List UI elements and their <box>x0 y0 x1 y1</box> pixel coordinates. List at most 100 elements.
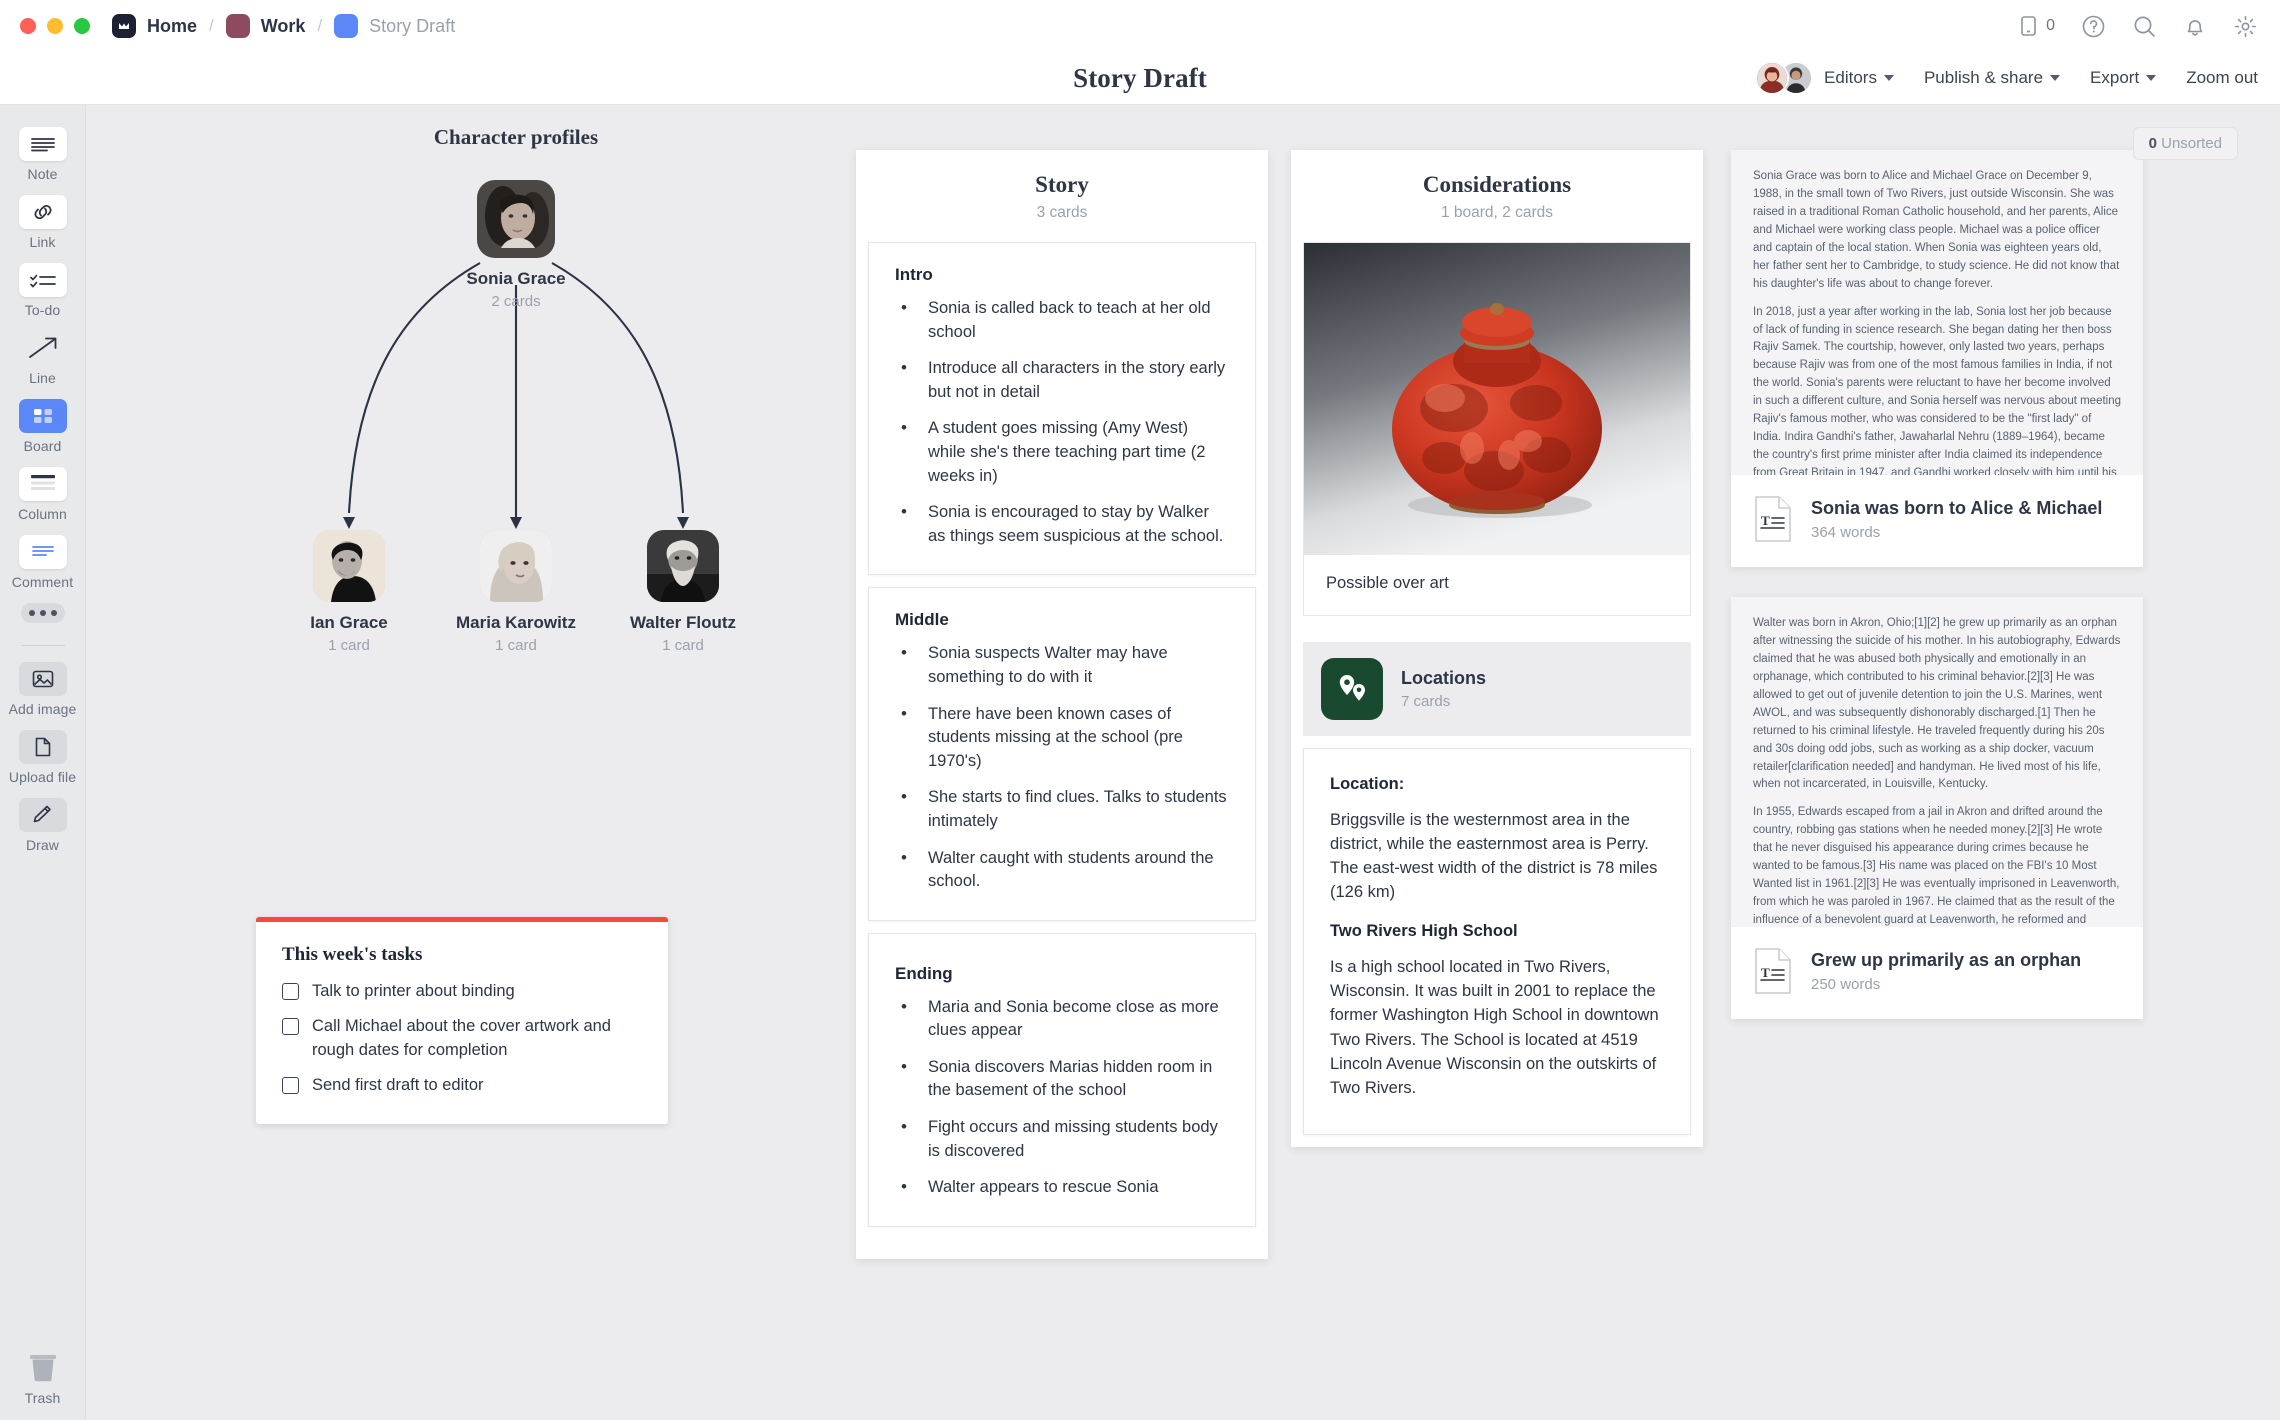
notifications-bell-icon[interactable] <box>2183 14 2207 39</box>
column-title: Considerations <box>1422 172 1572 197</box>
column-header: Considerations 1 board, 2 cards <box>1291 150 1703 242</box>
search-icon[interactable] <box>2132 14 2157 39</box>
character-name: Sonia Grace <box>466 269 566 288</box>
tool-label-upload-file: Upload file <box>8 769 77 785</box>
document-word-count: 364 words <box>1811 523 1881 541</box>
export-button[interactable]: Export <box>2090 68 2157 88</box>
location-paragraph: Briggsville is the westernmost area in t… <box>1330 811 1658 902</box>
tool-draw[interactable]: Draw <box>0 798 85 853</box>
note-heading: Intro <box>895 265 933 284</box>
editors-button[interactable]: Editors <box>1755 61 1894 95</box>
list-item: Introduce all characters in the story ea… <box>895 356 1229 404</box>
help-icon[interactable] <box>2081 14 2106 39</box>
chevron-down-icon <box>1883 75 1894 81</box>
image-icon <box>18 662 67 696</box>
tool-link[interactable]: Link <box>0 195 85 250</box>
excerpt-paragraph: Sonia Grace was born to Alice and Michae… <box>1753 170 2120 290</box>
tool-todo[interactable]: To-do <box>0 263 85 318</box>
checkbox[interactable] <box>282 1077 299 1095</box>
export-label: Export <box>2090 68 2140 87</box>
gear-icon[interactable] <box>2233 14 2258 39</box>
unsorted-badge[interactable]: 0 Unsorted <box>2132 127 2238 160</box>
tool-add-image[interactable]: Add image <box>0 662 85 717</box>
note-card-middle[interactable]: Middle Sonia suspects Walter may have so… <box>868 587 1256 921</box>
tool-more[interactable] <box>0 603 85 623</box>
character-name: Ian Grace <box>310 613 388 632</box>
note-card-intro[interactable]: Intro Sonia is called back to teach at h… <box>868 242 1256 576</box>
note-icon <box>18 127 67 161</box>
list-item: Sonia is encouraged to stay by Walker as… <box>895 500 1229 548</box>
tool-label-note: Note <box>27 166 58 182</box>
todo-icon <box>18 263 67 297</box>
list-item: Walter caught with students around the s… <box>895 845 1229 894</box>
column-title: Story <box>1035 172 1089 197</box>
document-card-walter[interactable]: Walter was born in Akron, Ohio;[1][2] he… <box>1731 597 2143 1019</box>
document-word-count: 250 words <box>1811 975 1881 993</box>
list-item: A student goes missing (Amy West) while … <box>895 416 1229 488</box>
maximize-window-button[interactable] <box>74 18 90 34</box>
tool-note[interactable]: Note <box>0 127 85 182</box>
tool-line[interactable]: Line <box>0 331 85 386</box>
board-link-locations[interactable]: Locations 7 cards <box>1303 642 1691 736</box>
breadcrumb-item-home[interactable]: Home <box>112 14 197 38</box>
tool-upload-file[interactable]: Upload file <box>0 730 85 785</box>
location-paragraph-2: Is a high school located in Two Rivers, … <box>1330 958 1659 1097</box>
avatar-group <box>1755 61 1814 95</box>
character-node-maria-karowitz[interactable]: Maria Karowitz 1 card <box>436 530 596 654</box>
minimize-window-button[interactable] <box>47 18 63 34</box>
note-card-ending[interactable]: Ending Maria and Sonia become close as m… <box>868 932 1256 1227</box>
character-node-walter-floutz[interactable]: Walter Floutz 1 card <box>603 530 763 654</box>
breadcrumb-item-story-draft[interactable]: Story Draft <box>334 14 455 38</box>
character-name: Maria Karowitz <box>456 613 576 632</box>
link-icon <box>18 195 67 229</box>
left-toolbar: Note Link To-do Line Board Column Commen… <box>0 105 86 1420</box>
board-icon <box>18 399 67 433</box>
avatar <box>477 180 555 258</box>
list-item: Sonia is called back to teach at her old… <box>895 296 1229 344</box>
checkbox[interactable] <box>282 1018 299 1036</box>
todo-card[interactable]: This week's tasks Talk to printer about … <box>256 917 668 1124</box>
column-story[interactable]: Story 3 cards Intro Sonia is called back… <box>856 150 1268 1259</box>
close-window-button[interactable] <box>20 18 36 34</box>
character-node-sonia-grace[interactable]: Sonia Grace 2 cards <box>436 180 596 310</box>
tool-label-board: Board <box>23 438 62 454</box>
publish-share-button[interactable]: Publish & share <box>1924 68 2061 88</box>
tool-column[interactable]: Column <box>0 467 85 522</box>
todo-item[interactable]: Call Michael about the cover artwork and… <box>282 1015 642 1062</box>
tool-board[interactable]: Board <box>0 399 85 454</box>
list-item: Fight occurs and missing students body i… <box>895 1115 1229 1163</box>
avatar <box>647 530 719 602</box>
chevron-down-icon <box>2146 75 2157 81</box>
todo-item-label: Call Michael about the cover artwork and… <box>312 1017 611 1059</box>
image-thumbnail <box>1304 243 1690 555</box>
zoom-out-button[interactable]: Zoom out <box>2186 68 2258 88</box>
editors-text: Editors <box>1824 68 1877 87</box>
todo-item[interactable]: Send first draft to editor <box>282 1074 642 1097</box>
list-item: She starts to find clues. Talks to stude… <box>895 785 1229 833</box>
mobile-devices-button[interactable]: 0 <box>2018 14 2055 38</box>
comment-icon <box>18 535 67 569</box>
column-considerations[interactable]: Considerations 1 board, 2 cards Possible… <box>1291 150 1703 1147</box>
document-excerpt: Sonia Grace was born to Alice and Michae… <box>1731 150 2143 475</box>
trash-button[interactable]: Trash <box>24 1349 62 1406</box>
window-controls[interactable] <box>20 18 90 34</box>
document-meta: Grew up primarily as an orphan 250 words <box>1811 950 2081 993</box>
breadcrumb-item-work[interactable]: Work <box>225 14 306 38</box>
note-card-location[interactable]: Location: Briggsville is the westernmost… <box>1303 748 1691 1135</box>
character-node-ian-grace[interactable]: Ian Grace 1 card <box>269 530 429 654</box>
todo-item[interactable]: Talk to printer about binding <box>282 980 642 1003</box>
breadcrumb-label-work: Work <box>260 15 306 36</box>
todo-card-title: This week's tasks <box>282 944 423 965</box>
avatar <box>313 530 385 602</box>
board-canvas[interactable]: 0 Unsorted Character profiles Sonia Grac… <box>86 105 2280 1420</box>
excerpt-paragraph: In 2018, just a year after working in th… <box>1753 305 2122 475</box>
checkbox[interactable] <box>282 983 299 1000</box>
app-window: Home / Work / Story Draft 0 Story Draft … <box>0 0 2280 1420</box>
image-card[interactable]: Possible over art <box>1303 242 1691 616</box>
document-meta: Sonia was born to Alice & Michael 364 wo… <box>1811 498 2102 541</box>
document-card-sonia[interactable]: Sonia Grace was born to Alice and Michae… <box>1731 150 2143 567</box>
board-link-text: Locations 7 cards <box>1401 668 1486 710</box>
character-name: Walter Floutz <box>629 613 737 632</box>
tool-label-todo: To-do <box>24 302 61 318</box>
tool-comment[interactable]: Comment <box>0 535 85 590</box>
